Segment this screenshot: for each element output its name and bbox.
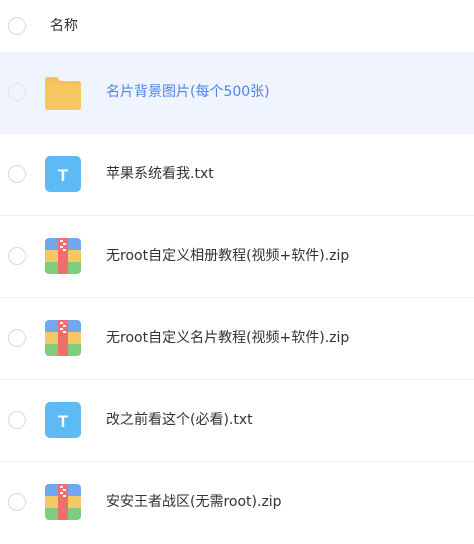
file-name[interactable]: 苹果系统看我.txt [106, 164, 214, 184]
row-checkbox[interactable] [8, 247, 26, 265]
folder-icon [45, 77, 81, 110]
row-checkbox[interactable] [8, 165, 26, 183]
file-name[interactable]: 名片背景图片(每个500张) [106, 82, 270, 102]
file-name[interactable]: 安安王者战区(无需root).zip [106, 492, 282, 512]
file-name[interactable]: 无root自定义相册教程(视频+软件).zip [106, 246, 349, 266]
list-item[interactable]: 名片背景图片(每个500张) [0, 52, 474, 134]
zip-file-icon [45, 238, 81, 274]
list-item[interactable]: 无root自定义相册教程(视频+软件).zip [0, 216, 474, 298]
txt-file-icon: T [45, 402, 81, 438]
file-name[interactable]: 无root自定义名片教程(视频+软件).zip [106, 328, 349, 348]
list-item[interactable]: T 改之前看这个(必看).txt [0, 380, 474, 462]
row-checkbox[interactable] [8, 329, 26, 347]
select-all-checkbox[interactable] [8, 17, 26, 35]
list-item[interactable]: 安安王者战区(无需root).zip [0, 462, 474, 544]
txt-file-icon: T [45, 156, 81, 192]
zip-file-icon [45, 484, 81, 520]
txt-icon-letter: T [58, 166, 69, 185]
row-checkbox[interactable] [8, 411, 26, 429]
file-list-header: 名称 [0, 0, 474, 52]
file-name[interactable]: 改之前看这个(必看).txt [106, 410, 253, 430]
list-item[interactable]: T 苹果系统看我.txt [0, 134, 474, 216]
row-checkbox[interactable] [8, 493, 26, 511]
txt-icon-letter: T [58, 412, 69, 431]
name-column-header[interactable]: 名称 [50, 16, 78, 36]
zip-file-icon [45, 320, 81, 356]
row-checkbox[interactable] [8, 83, 26, 101]
list-item[interactable]: 无root自定义名片教程(视频+软件).zip [0, 298, 474, 380]
